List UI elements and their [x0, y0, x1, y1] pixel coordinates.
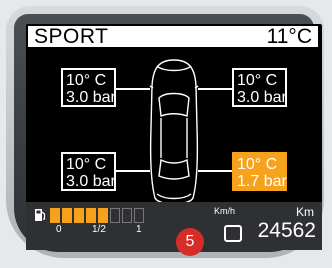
tire-rear-left-temp: 10° C: [66, 156, 107, 173]
fuel-segment-empty: [134, 208, 144, 223]
dashboard-screen: SPORT 11°C 10° C 3.0 bar 10° C 3.0 bar 1…: [26, 24, 322, 250]
tire-rear-left-pressure: 3.0 bar: [66, 173, 116, 190]
fuel-segment-filled: [62, 208, 72, 223]
connector-rear-right: [198, 170, 233, 172]
fuel-tick-empty: 0: [56, 224, 62, 235]
outside-temperature: 11°C: [266, 25, 312, 48]
fuel-segment-filled: [86, 208, 96, 223]
connector-front-left: [116, 88, 150, 90]
tire-front-left: 10° C 3.0 bar: [61, 68, 116, 107]
speed-indicator-icon: [224, 225, 242, 242]
info-area: 0 1/2 1 Km/h Km 24562: [26, 202, 322, 250]
fuel-segment-filled: [74, 208, 84, 223]
callout-badge: 5: [176, 228, 204, 256]
connector-rear-left: [116, 170, 150, 172]
fuel-tick-half: 1/2: [92, 224, 106, 235]
tire-rear-right-temp: 10° C: [237, 156, 278, 173]
tire-front-right-temp: 10° C: [237, 72, 278, 89]
fuel-pump-icon: [35, 209, 46, 221]
speed-unit-label: Km/h: [214, 206, 236, 216]
drive-mode: SPORT: [34, 25, 109, 48]
distance-unit-label: Km: [296, 205, 314, 219]
fuel-segment-empty: [110, 208, 120, 223]
status-bar: SPORT 11°C: [28, 26, 318, 47]
odometer: 24562: [257, 219, 316, 242]
tire-rear-right-pressure: 1.7 bar: [237, 173, 287, 190]
fuel-tick-full: 1: [136, 224, 142, 235]
car-top-view-icon: [149, 59, 199, 205]
connector-front-right: [198, 88, 233, 90]
fuel-segment-filled: [98, 208, 108, 223]
tire-rear-left: 10° C 3.0 bar: [61, 152, 116, 191]
tire-front-left-temp: 10° C: [66, 72, 107, 89]
tire-front-left-pressure: 3.0 bar: [66, 89, 116, 106]
tire-rear-right: 10° C 1.7 bar: [232, 152, 287, 191]
tire-front-right-pressure: 3.0 bar: [237, 89, 287, 106]
fuel-segment-filled: [50, 208, 60, 223]
fuel-segment-empty: [122, 208, 132, 223]
fuel-gauge: [50, 208, 148, 223]
tire-front-right: 10° C 3.0 bar: [232, 68, 287, 107]
